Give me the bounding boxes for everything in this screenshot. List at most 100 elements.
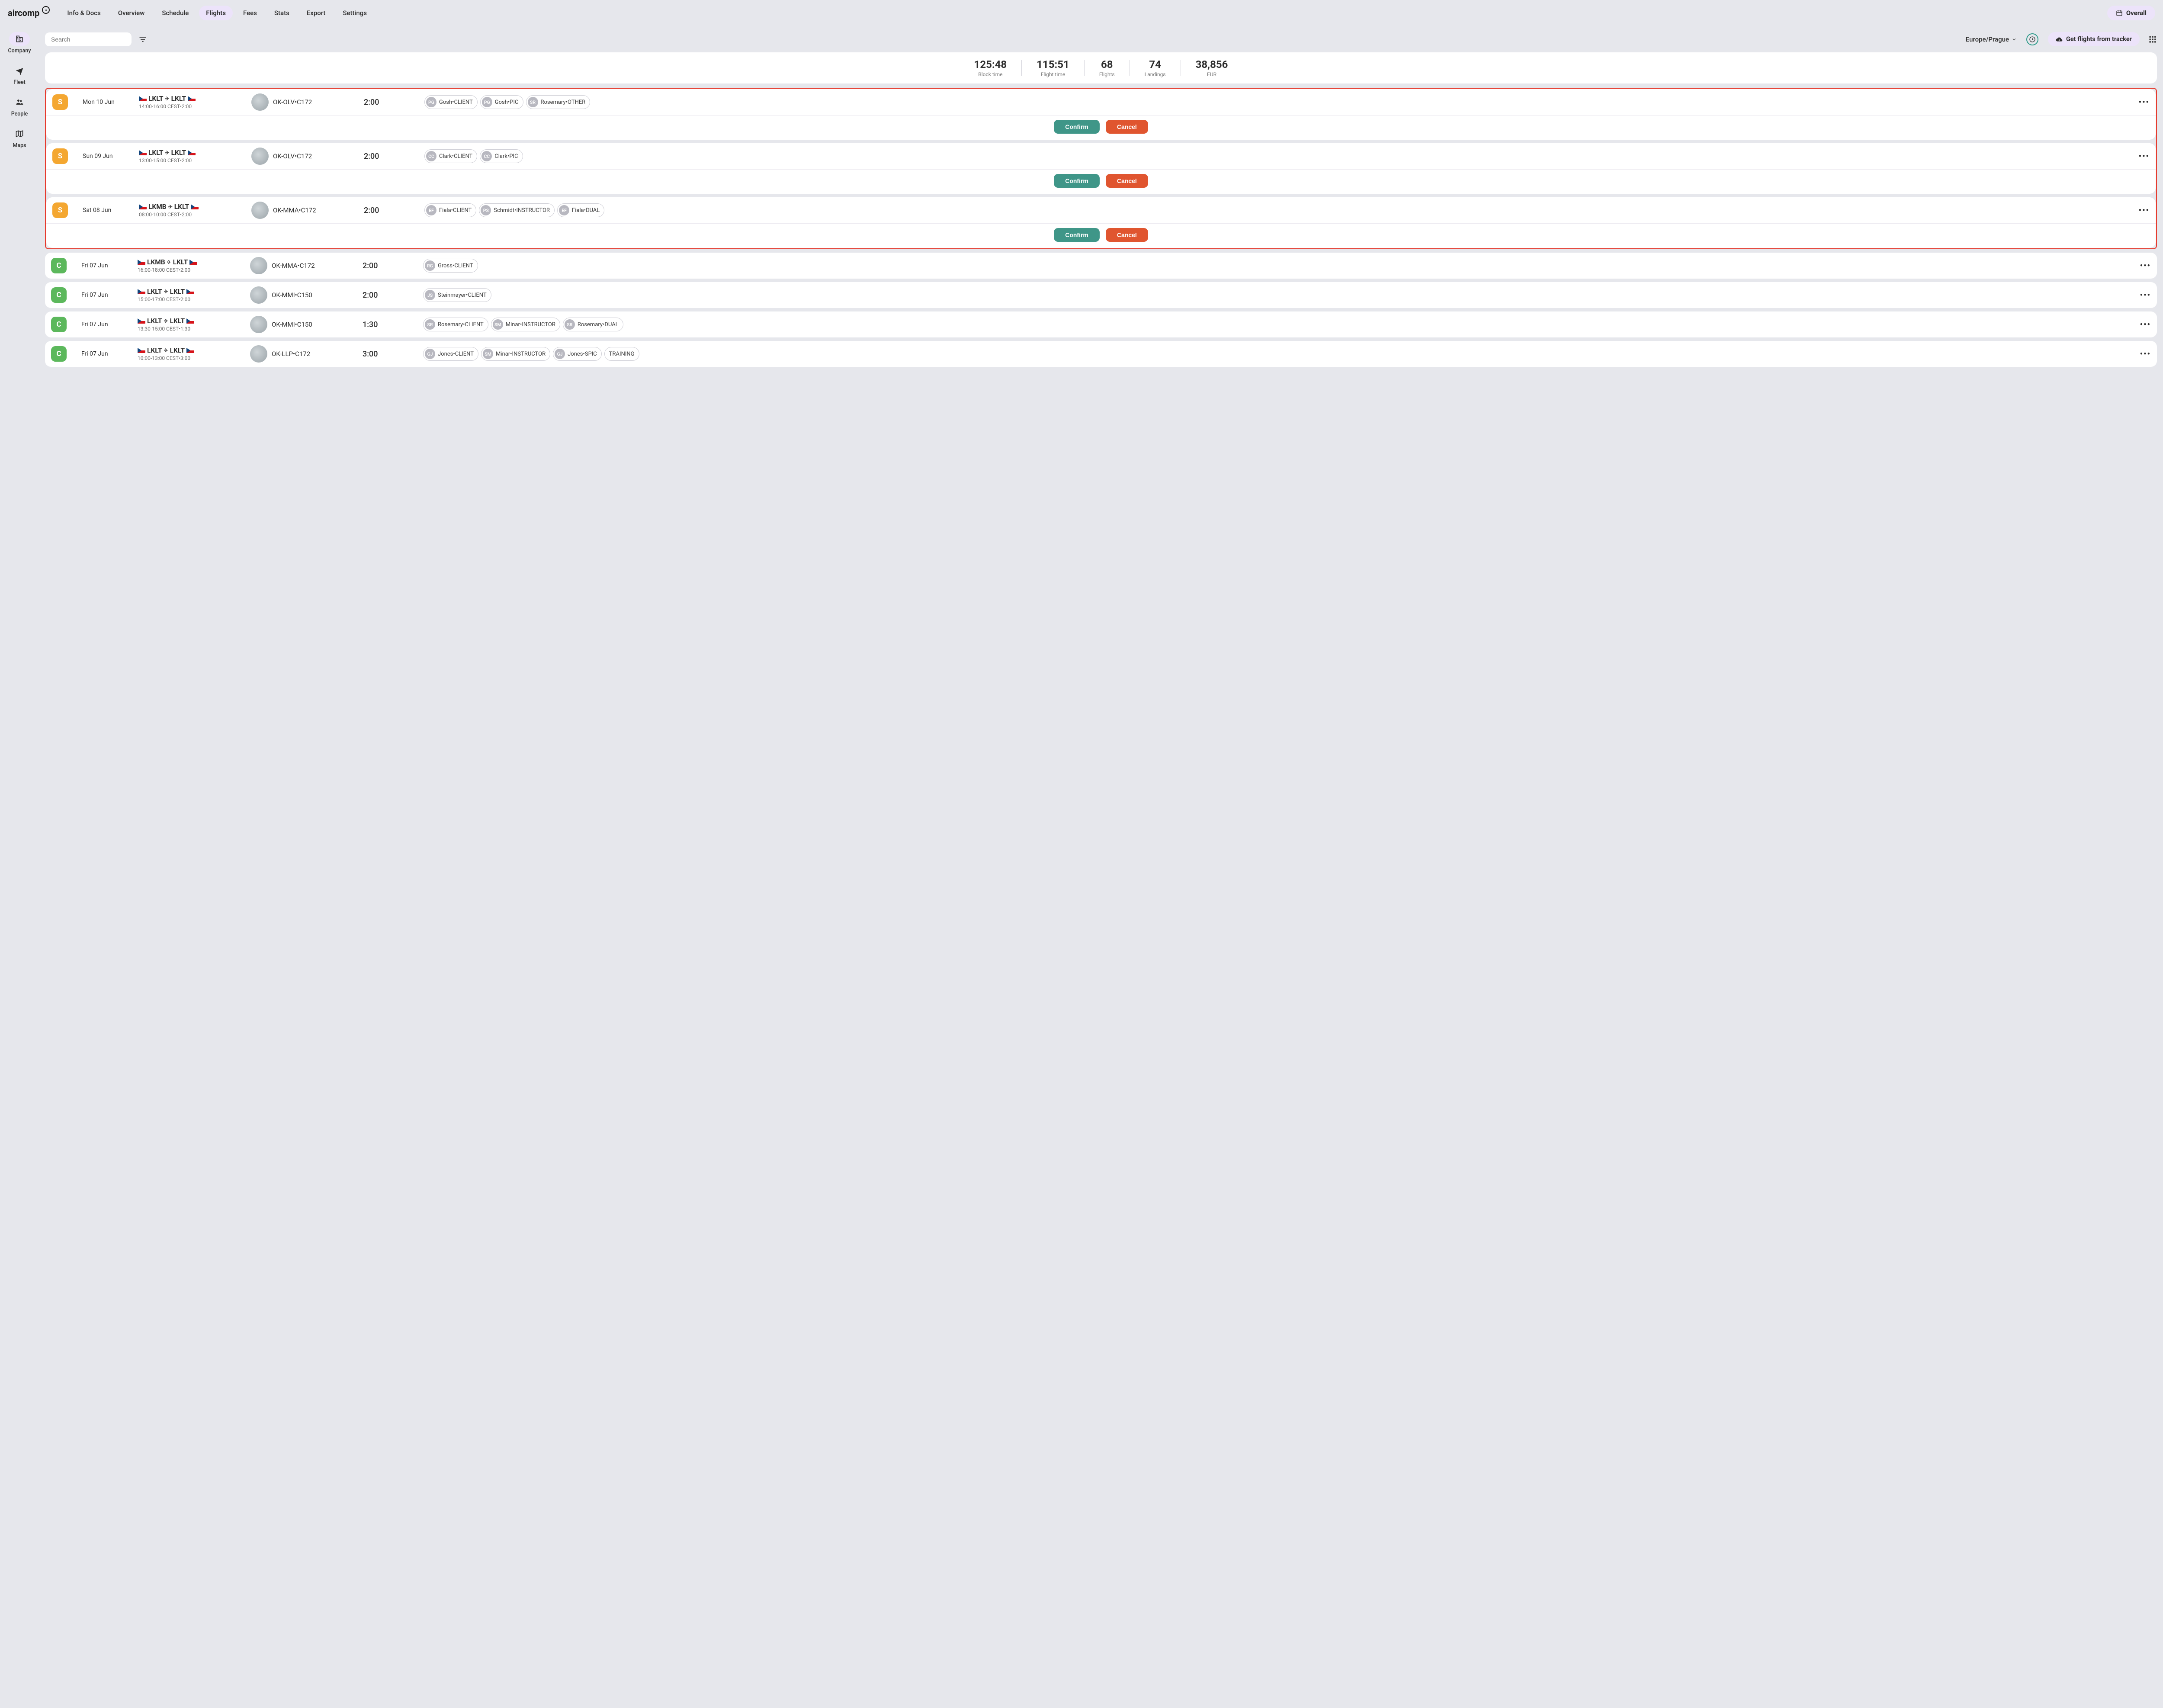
avatar: SR [528,97,538,107]
chip-label: Gosh•CLIENT [439,99,473,106]
nav-stats[interactable]: Stats [267,6,296,20]
nav-settings[interactable]: Settings [336,6,374,20]
more-button[interactable]: ••• [2134,350,2151,359]
person-chip[interactable]: GJJones•SPIC [553,347,602,361]
sidebar: Company Fleet People Maps [0,26,39,1708]
plane-icon: ✈ [168,204,173,210]
flight-row[interactable]: SMon 10 JunLKLT✈LKLT14:00-16:00 CEST•2:0… [46,89,2156,115]
stat-flights: 68Flights [1099,58,1115,77]
duration: 2:00 [364,152,420,161]
person-chip[interactable]: RGGross•CLIENT [423,259,478,273]
flight-row[interactable]: CFri 07 JunLKLT✈LKLT10:00-13:00 CEST•3:0… [45,341,2157,367]
cancel-button[interactable]: Cancel [1106,174,1148,188]
person-chip[interactable]: CCClark•CLIENT [424,149,477,163]
plane-icon: ✈ [165,150,170,156]
person-chip[interactable]: SRRosemary•DUAL [563,318,623,331]
people-cell: SRRosemary•CLIENTSMMinar•INSTRUCTORSRRos… [423,318,2129,331]
more-button[interactable]: ••• [2132,206,2150,215]
get-flights-button[interactable]: Get flights from tracker [2048,32,2140,46]
time-subtext: 10:00-13:00 CEST•3:00 [138,355,246,361]
clock-button[interactable] [2026,33,2038,45]
flight-card: CFri 07 JunLKLT✈LKLT10:00-13:00 CEST•3:0… [45,341,2157,367]
flight-row[interactable]: SSat 08 JunLKMB✈LKLT08:00-10:00 CEST•2:0… [46,197,2156,223]
avatar: SM [493,319,503,330]
person-chip[interactable]: SMMinar•INSTRUCTOR [481,347,550,361]
sidebar-item-maps[interactable]: Maps [0,127,39,149]
sidebar-item-label: Company [8,48,31,54]
flag-icon [186,348,194,353]
confirm-button[interactable]: Confirm [1054,174,1100,188]
aircraft-cell: OK-MMA•C172 [251,202,359,219]
top-bar: aircomp Info & DocsOverviewScheduleFligh… [0,0,2163,26]
person-chip[interactable]: EFFiala•CLIENT [424,203,476,217]
flag-icon [186,318,194,324]
flight-card: SMon 10 JunLKLT✈LKLT14:00-16:00 CEST•2:0… [46,89,2156,140]
flag-icon [139,96,147,101]
person-chip[interactable]: PGGosh•CLIENT [424,95,478,109]
aircraft-image [250,316,267,333]
avatar: EF [426,205,436,215]
confirm-button[interactable]: Confirm [1054,120,1100,134]
aircraft-text: OK-OLV•C172 [273,98,312,106]
nav-schedule[interactable]: Schedule [155,6,196,20]
person-chip[interactable]: PGGosh•PIC [480,95,523,109]
more-button[interactable]: ••• [2132,152,2150,161]
filter-icon [138,35,147,44]
timezone-select[interactable]: Europe/Prague [1966,35,2017,43]
cancel-button[interactable]: Cancel [1106,228,1148,242]
flag-icon [138,260,145,265]
time-subtext: 15:00-17:00 CEST•2:00 [138,296,246,302]
status-badge: C [51,258,67,273]
sidebar-item-people[interactable]: People [0,95,39,117]
chip-label: Clark•CLIENT [439,153,472,160]
person-chip[interactable]: JSSteinmayer•CLIENT [423,288,491,302]
cancel-button[interactable]: Cancel [1106,120,1148,134]
aircraft-text: OK-MMI•C150 [272,291,312,299]
flight-row[interactable]: CFri 07 JunLKMB✈LKLT16:00-18:00 CEST•2:0… [45,253,2157,279]
to-code: LKLT [171,95,186,103]
chip-label: Jones•CLIENT [438,351,474,357]
flight-row[interactable]: CFri 07 JunLKLT✈LKLT15:00-17:00 CEST•2:0… [45,282,2157,308]
person-chip[interactable]: SRRosemary•CLIENT [423,318,488,331]
person-chip[interactable]: GJJones•CLIENT [423,347,478,361]
nav-fees[interactable]: Fees [236,6,264,20]
chip-label: Minar•INSTRUCTOR [496,351,546,357]
avatar: SM [483,349,493,359]
stat-landings: 74Landings [1145,58,1166,77]
sidebar-item-fleet[interactable]: Fleet [0,64,39,86]
sidebar-item-company[interactable]: Company [0,32,39,54]
to-code: LKLT [170,288,185,295]
status-badge: C [51,287,67,303]
more-button[interactable]: ••• [2134,320,2151,329]
nav-export[interactable]: Export [300,6,333,20]
search-input[interactable] [45,32,132,46]
chip-label: Fiala•DUAL [572,207,600,214]
flight-route: LKLT✈LKLT14:00-16:00 CEST•2:00 [139,95,247,109]
confirm-button[interactable]: Confirm [1054,228,1100,242]
nav-info-docs[interactable]: Info & Docs [60,6,107,20]
person-chip[interactable]: EFFiala•DUAL [557,203,604,217]
person-chip[interactable]: CCClark•PIC [480,149,523,163]
people-cell: PGGosh•CLIENTPGGosh•PICSRRosemary•OTHER [424,95,2128,109]
overall-button[interactable]: Overall [2107,6,2155,20]
nav-flights[interactable]: Flights [199,6,233,20]
apps-button[interactable] [2148,35,2157,44]
more-button[interactable]: ••• [2134,291,2151,300]
more-button[interactable]: ••• [2132,98,2150,107]
aircraft-cell: OK-OLV•C172 [251,148,359,165]
flight-route: LKMB✈LKLT16:00-18:00 CEST•2:00 [138,258,246,273]
flag-icon [138,318,145,324]
more-button[interactable]: ••• [2134,261,2151,270]
people-cell: RGGross•CLIENT [423,259,2129,273]
action-row: Confirm Cancel [46,115,2156,140]
nav-overview[interactable]: Overview [111,6,152,20]
calendar-icon [2116,10,2123,16]
flight-row[interactable]: CFri 07 JunLKLT✈LKLT13:30-15:00 CEST•1:3… [45,311,2157,337]
flight-row[interactable]: SSun 09 JunLKLT✈LKLT13:00-15:00 CEST•2:0… [46,143,2156,169]
tag-chip[interactable]: TRAINING [604,347,639,361]
person-chip[interactable]: SRRosemary•OTHER [526,95,590,109]
time-subtext: 08:00-10:00 CEST•2:00 [139,212,247,218]
person-chip[interactable]: SMMinar•INSTRUCTOR [491,318,560,331]
person-chip[interactable]: PSSchmidt•INSTRUCTOR [479,203,555,217]
filter-button[interactable] [136,32,150,46]
